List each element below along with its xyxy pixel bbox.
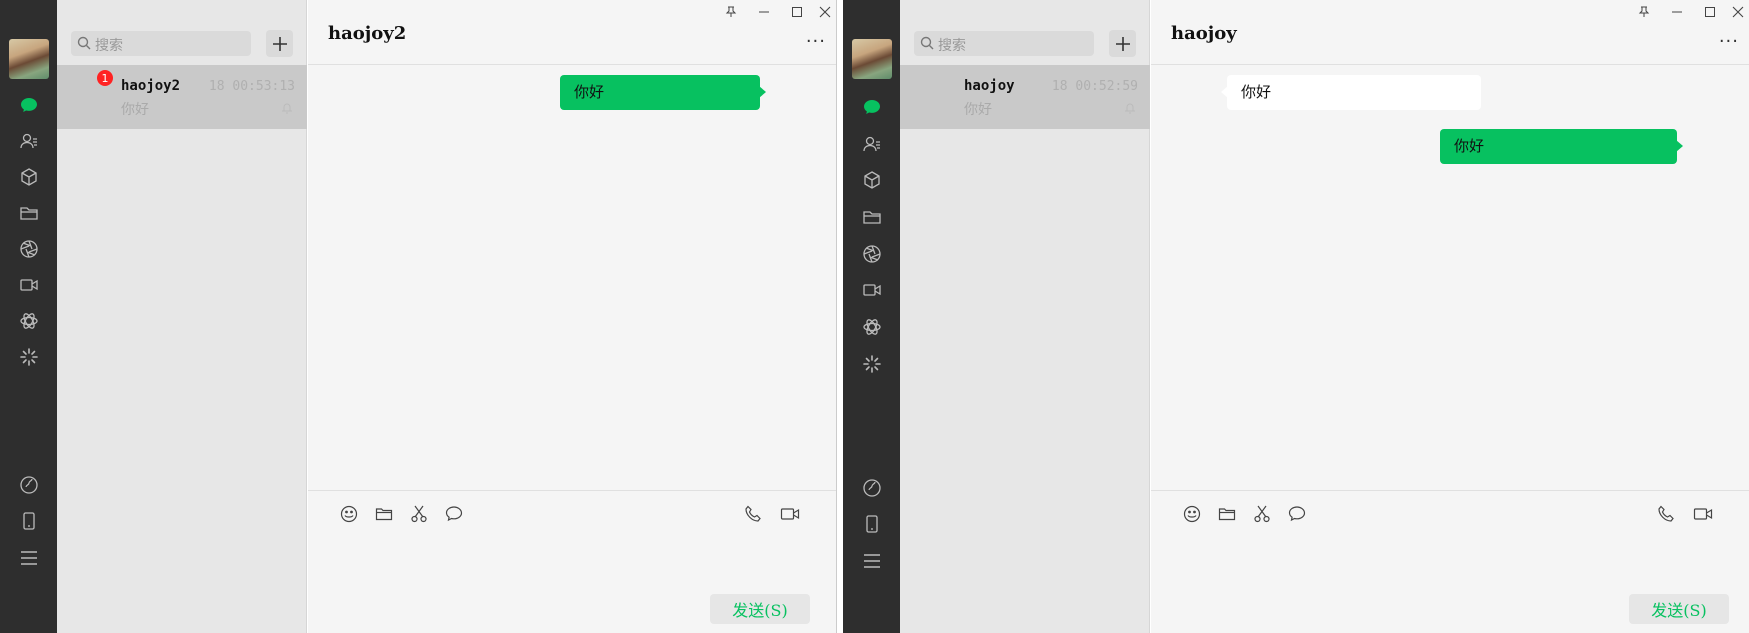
contacts-icon[interactable] bbox=[861, 133, 883, 155]
search-placeholder: 搜索 bbox=[938, 38, 966, 54]
unread-badge: 1 bbox=[97, 70, 113, 86]
search-icon bbox=[920, 36, 934, 50]
menu-icon[interactable] bbox=[18, 547, 40, 569]
close-icon[interactable] bbox=[1727, 3, 1749, 21]
message-area: 你好 你好 bbox=[1151, 65, 1749, 490]
video-call-icon[interactable] bbox=[779, 503, 801, 525]
files-icon[interactable] bbox=[861, 206, 883, 228]
message-preview: 你好 bbox=[964, 102, 992, 118]
video-call-icon[interactable] bbox=[1692, 503, 1714, 525]
contact-name: haojoy bbox=[964, 78, 1015, 94]
chat-header: haojoy2 ··· bbox=[308, 0, 836, 65]
conversation-list: 搜索 1 haojoy2 18 00:53:13 你好 bbox=[57, 0, 307, 633]
sidebar-nav bbox=[0, 0, 57, 633]
phone-icon[interactable] bbox=[18, 510, 40, 532]
message-time: 18 00:52:59 bbox=[1051, 79, 1138, 94]
input-area[interactable]: 发送(S) bbox=[1151, 490, 1749, 633]
favorites-icon[interactable] bbox=[861, 169, 883, 191]
folder-icon[interactable] bbox=[373, 503, 395, 525]
screenshot-icon[interactable] bbox=[1251, 503, 1273, 525]
search-placeholder: 搜索 bbox=[95, 38, 123, 54]
mini-program-panel-icon[interactable] bbox=[861, 477, 883, 499]
message-time: 18 00:53:13 bbox=[208, 79, 295, 94]
minimize-icon[interactable] bbox=[753, 3, 775, 21]
more-button[interactable]: ··· bbox=[1719, 31, 1739, 52]
chat-title: haojoy bbox=[1171, 23, 1237, 44]
mute-icon bbox=[282, 103, 292, 114]
mini-programs-icon[interactable] bbox=[861, 316, 883, 338]
message-bubble-sent[interactable]: 你好 bbox=[560, 75, 766, 110]
moments-icon[interactable] bbox=[18, 238, 40, 260]
conversation-list: 搜索 haojoy 18 00:52:59 你好 bbox=[900, 0, 1150, 633]
more-button[interactable]: ··· bbox=[806, 31, 826, 52]
contact-avatar bbox=[914, 76, 956, 118]
sidebar-nav bbox=[843, 0, 900, 633]
pin-icon[interactable] bbox=[720, 3, 742, 21]
avatar[interactable] bbox=[9, 39, 49, 79]
chat-icon[interactable] bbox=[18, 94, 40, 116]
plus-icon bbox=[272, 36, 287, 51]
chat-window-1: 搜索 1 haojoy2 18 00:53:13 你好 haojoy2 ··· … bbox=[0, 0, 836, 633]
chat-panel: haojoy ··· 你好 你好 发送(S) bbox=[1151, 0, 1749, 633]
search-input[interactable]: 搜索 bbox=[914, 31, 1094, 56]
close-icon[interactable] bbox=[814, 3, 836, 21]
search-discover-icon[interactable] bbox=[861, 353, 883, 375]
message-area: 你好 bbox=[308, 65, 836, 490]
menu-icon[interactable] bbox=[861, 550, 883, 572]
search-discover-icon[interactable] bbox=[18, 346, 40, 368]
chat-window-2: 搜索 haojoy 18 00:52:59 你好 haojoy ··· 你好 你… bbox=[843, 0, 1749, 633]
folder-icon[interactable] bbox=[1216, 503, 1238, 525]
contacts-icon[interactable] bbox=[18, 130, 40, 152]
voice-call-icon[interactable] bbox=[1655, 503, 1677, 525]
add-button[interactable] bbox=[266, 30, 293, 57]
phone-icon[interactable] bbox=[861, 513, 883, 535]
message-bubble-received[interactable]: 你好 bbox=[1221, 75, 1481, 110]
files-icon[interactable] bbox=[18, 202, 40, 224]
avatar[interactable] bbox=[852, 39, 892, 79]
chat-history-icon[interactable] bbox=[443, 503, 465, 525]
chat-panel: haojoy2 ··· 你好 发送(S) bbox=[308, 0, 836, 633]
contact-name: haojoy2 bbox=[121, 78, 181, 94]
chat-header: haojoy ··· bbox=[1151, 0, 1749, 65]
favorites-icon[interactable] bbox=[18, 166, 40, 188]
background-editor-strip bbox=[836, 0, 843, 633]
emoji-icon[interactable] bbox=[1181, 503, 1203, 525]
send-button[interactable]: 发送(S) bbox=[1629, 594, 1729, 624]
voice-call-icon[interactable] bbox=[742, 503, 764, 525]
maximize-icon[interactable] bbox=[786, 3, 808, 21]
screenshot-icon[interactable] bbox=[408, 503, 430, 525]
mini-program-panel-icon[interactable] bbox=[18, 474, 40, 496]
send-button[interactable]: 发送(S) bbox=[710, 594, 810, 624]
pin-icon[interactable] bbox=[1633, 3, 1655, 21]
message-preview: 你好 bbox=[121, 102, 149, 118]
channels-icon[interactable] bbox=[861, 279, 883, 301]
mini-programs-icon[interactable] bbox=[18, 310, 40, 332]
emoji-icon[interactable] bbox=[338, 503, 360, 525]
maximize-icon[interactable] bbox=[1699, 3, 1721, 21]
chat-history-icon[interactable] bbox=[1286, 503, 1308, 525]
list-item[interactable]: haojoy 18 00:52:59 你好 bbox=[900, 65, 1150, 129]
add-button[interactable] bbox=[1109, 30, 1136, 57]
input-area[interactable]: 发送(S) bbox=[308, 490, 836, 633]
plus-icon bbox=[1115, 36, 1130, 51]
moments-icon[interactable] bbox=[861, 243, 883, 265]
minimize-icon[interactable] bbox=[1666, 3, 1688, 21]
list-item[interactable]: 1 haojoy2 18 00:53:13 你好 bbox=[57, 65, 307, 129]
message-bubble-sent[interactable]: 你好 bbox=[1440, 129, 1683, 164]
chat-title: haojoy2 bbox=[328, 23, 407, 44]
search-icon bbox=[77, 36, 91, 50]
chat-icon[interactable] bbox=[861, 96, 883, 118]
channels-icon[interactable] bbox=[18, 274, 40, 296]
mute-icon bbox=[1125, 103, 1135, 114]
search-input[interactable]: 搜索 bbox=[71, 31, 251, 56]
